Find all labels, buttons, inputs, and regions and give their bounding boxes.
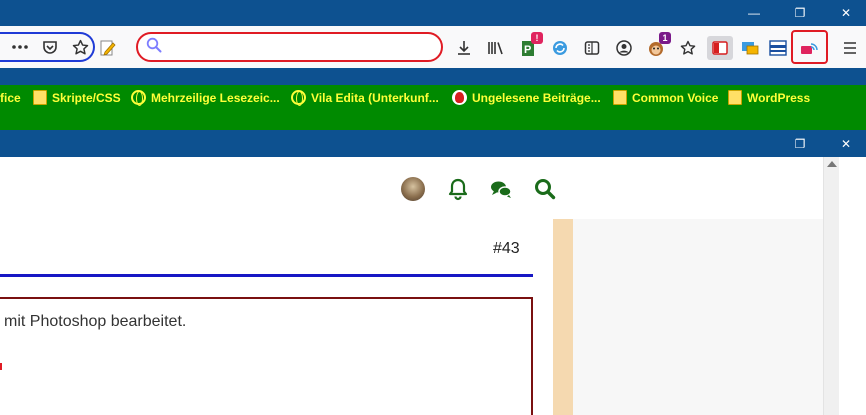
close-icon: ✕ [840,6,852,20]
highlight-frame [791,30,828,64]
bookmark-label: Skripte/CSS [52,90,121,105]
url-input[interactable] [168,39,428,55]
downloads-icon[interactable] [452,36,476,60]
bookmark-label: fice [0,90,21,105]
bookmark-label: WordPress [747,90,811,105]
flame-icon [452,90,467,105]
minimize-icon: — [748,6,760,20]
library-icon[interactable] [484,36,508,60]
bookmark-item[interactable]: WordPress [728,85,810,110]
close-button[interactable]: ✕ [823,130,866,157]
globe-icon [131,90,146,106]
search-icon [146,37,162,58]
vertical-scrollbar[interactable] [823,157,839,415]
restore-icon: ❐ [794,136,806,151]
svg-text:P: P [524,44,531,56]
more-actions-icon[interactable] [10,37,30,57]
folder-icon [613,90,627,105]
edit-icon[interactable] [99,39,117,57]
account-icon[interactable] [612,36,636,60]
bookmark-item[interactable]: Skripte/CSS [33,85,121,110]
window-margin [839,157,866,415]
content-side-strip [553,219,573,415]
scroll-up-icon[interactable] [827,161,837,167]
chat-icon[interactable] [489,177,513,201]
content-window-header: ❐ ✕ [0,130,866,157]
extension-badge: ! [531,32,543,44]
url-bar[interactable] [136,32,443,62]
navigation-toolbar: P ! 1 [0,26,866,68]
bookmark-item[interactable]: Common Voice [613,85,718,110]
star-outline-icon[interactable] [676,36,700,60]
bookmark-label: Ungelesene Beiträge... [472,90,601,105]
bookmark-star-icon[interactable] [70,37,90,57]
bookmark-item[interactable]: Vila Edita (Unterkunf... [291,85,439,110]
bell-icon[interactable] [446,177,470,201]
close-icon: ✕ [840,136,852,151]
globe-icon [291,90,306,106]
restore-button[interactable]: ❐ [777,0,823,26]
post-quote-box: mit Photoshop bearbeitet. [0,297,533,415]
red-marker [0,363,2,370]
restore-button[interactable]: ❐ [777,130,823,157]
web-page: #43 mit Photoshop bearbeitet. [0,157,823,415]
folder-icon [33,90,47,105]
bookmark-item[interactable]: fice [0,85,21,110]
user-avatar[interactable] [401,177,425,201]
right-sidebar [573,219,823,415]
post-number[interactable]: #43 [493,240,520,258]
sidebar-toggle-icon[interactable] [707,36,733,60]
tab-strip-separator [0,68,866,85]
hamburger-menu-icon[interactable] [838,36,862,60]
bookmarks-toolbar: fice Skripte/CSS Mehrzeilige Lesezeic...… [0,85,866,130]
browser-titlebar: — ❐ ✕ [0,0,866,26]
minimize-button[interactable]: — [731,0,777,26]
pocket-icon[interactable] [40,37,60,57]
bookmark-item[interactable]: Ungelesene Beiträge... [452,85,601,110]
bookmark-label: Mehrzeilige Lesezeic... [151,90,280,105]
page-actions-group [0,32,95,62]
bookmark-label: Common Voice [632,90,719,105]
reader-view-icon[interactable] [580,36,604,60]
post-text: mit Photoshop bearbeitet. [4,313,187,330]
extension-badge: 1 [659,32,671,44]
post-divider [0,274,533,277]
sync-icon[interactable] [548,36,572,60]
folder-icon [728,90,742,105]
post-area: #43 mit Photoshop bearbeitet. [0,219,553,415]
search-icon[interactable] [533,177,557,201]
tab-manager-icon[interactable] [766,36,790,60]
site-header [0,157,823,219]
restore-icon: ❐ [794,6,806,20]
parkingpass-extension-icon[interactable]: P ! [516,32,543,60]
greasemonkey-icon[interactable]: 1 [644,32,671,60]
bookmark-label: Vila Edita (Unterkunf... [311,90,439,105]
bookmark-item[interactable]: Mehrzeilige Lesezeic... [131,85,280,110]
close-window-button[interactable]: ✕ [823,0,866,26]
screenshot-extension-icon[interactable] [738,36,762,60]
